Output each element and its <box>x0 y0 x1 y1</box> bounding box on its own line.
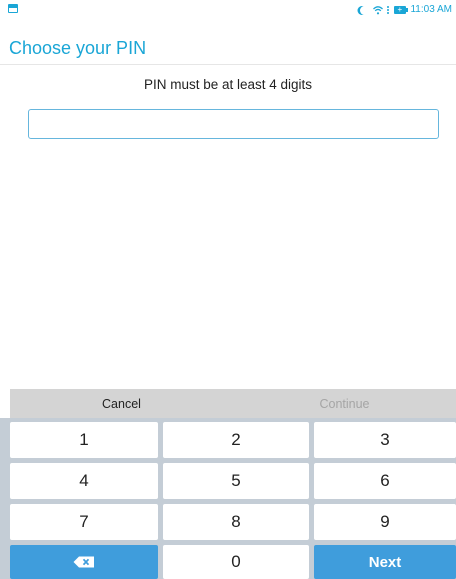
status-icons: + 11:03 AM <box>357 3 452 17</box>
status-bar: + 11:03 AM <box>0 0 456 20</box>
page-title: Choose your PIN <box>9 38 147 58</box>
numeric-keypad: 1 2 3 4 5 6 7 8 9 0 Next <box>0 418 456 579</box>
backspace-icon <box>73 556 94 568</box>
key-7[interactable]: 7 <box>10 504 158 540</box>
continue-button[interactable]: Continue <box>233 389 456 418</box>
key-2[interactable]: 2 <box>163 422 309 458</box>
key-9[interactable]: 9 <box>314 504 456 540</box>
pin-hint: PIN must be at least 4 digits <box>143 77 313 92</box>
key-1[interactable]: 1 <box>10 422 158 458</box>
key-8[interactable]: 8 <box>163 504 309 540</box>
key-3[interactable]: 3 <box>314 422 456 458</box>
wifi-icon <box>373 5 384 15</box>
key-5[interactable]: 5 <box>163 463 309 499</box>
signal-separator-icon <box>387 6 390 14</box>
key-4[interactable]: 4 <box>10 463 158 499</box>
moon-icon <box>360 6 369 15</box>
cancel-button[interactable]: Cancel <box>10 389 233 418</box>
battery-charging-icon: + <box>394 6 409 14</box>
action-bar: Cancel Continue <box>10 389 456 418</box>
notification-icon <box>8 4 18 13</box>
backspace-button[interactable] <box>10 545 158 579</box>
pin-input[interactable] <box>28 109 439 139</box>
title-divider <box>0 64 456 65</box>
status-time: 11:03 AM <box>410 4 452 15</box>
key-0[interactable]: 0 <box>163 545 309 579</box>
next-button[interactable]: Next <box>314 545 456 579</box>
key-6[interactable]: 6 <box>314 463 456 499</box>
